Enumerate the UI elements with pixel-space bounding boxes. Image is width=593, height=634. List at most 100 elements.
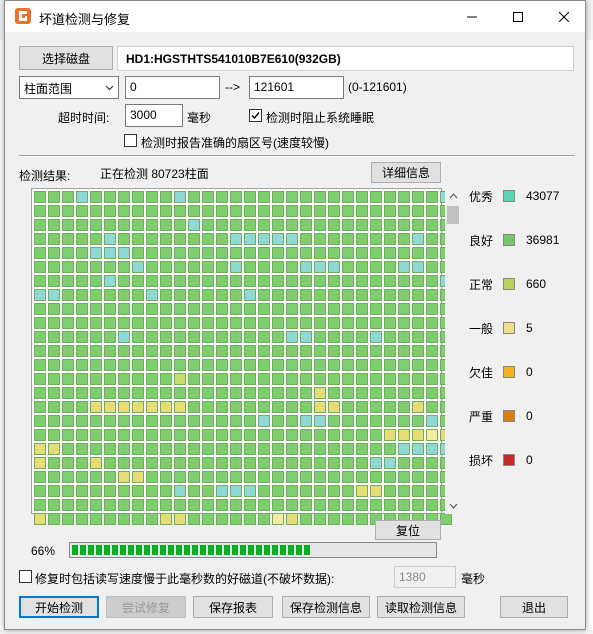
start-scan-button[interactable]: 开始检测: [19, 596, 99, 618]
sector-cell: [62, 247, 74, 259]
sector-cell: [384, 317, 396, 329]
details-button[interactable]: 详细信息: [371, 162, 441, 183]
sector-cell: [314, 345, 326, 357]
sector-cell: [216, 401, 228, 413]
sector-cell: [356, 289, 368, 301]
try-repair-button[interactable]: 尝试修复: [106, 596, 186, 618]
end-cylinder-input[interactable]: 121601: [249, 76, 344, 99]
sector-cell: [328, 415, 340, 427]
sector-cell: [104, 233, 116, 245]
sector-cell: [412, 205, 424, 217]
sector-cell: [314, 359, 326, 371]
save-report-button[interactable]: 保存报表: [193, 596, 273, 618]
sector-cell: [48, 457, 60, 469]
separator: [19, 155, 575, 157]
sector-cell: [160, 261, 172, 273]
sector-cell: [230, 233, 242, 245]
select-disk-button[interactable]: 选择磁盘: [19, 46, 113, 70]
sector-cell: [384, 457, 396, 469]
sector-cell: [286, 289, 298, 301]
save-scan-info-button[interactable]: 保存检测信息: [282, 596, 370, 618]
sector-cell: [34, 191, 46, 203]
start-cylinder-input[interactable]: 0: [125, 76, 220, 99]
sector-map-scrollbar[interactable]: [445, 188, 461, 514]
slow-threshold-input[interactable]: 1380: [394, 566, 456, 588]
sector-cell: [202, 415, 214, 427]
scroll-thumb[interactable]: [447, 206, 459, 224]
range-mode-select[interactable]: 柱面范围: [19, 76, 119, 99]
sector-cell: [300, 261, 312, 273]
sector-cell: [216, 345, 228, 357]
sector-cell: [132, 513, 144, 525]
sector-cell: [356, 359, 368, 371]
sector-cell: [300, 457, 312, 469]
checkmark-icon: [251, 112, 260, 120]
sector-cell: [146, 499, 158, 511]
sector-cell: [384, 331, 396, 343]
sector-cell: [398, 233, 410, 245]
sector-cell: [90, 261, 102, 273]
legend-count: 0: [526, 453, 533, 467]
sector-cell: [384, 373, 396, 385]
sector-cell: [202, 429, 214, 441]
sector-cell: [314, 387, 326, 399]
sector-cell: [34, 317, 46, 329]
sector-cell: [216, 359, 228, 371]
load-scan-info-button[interactable]: 读取检测信息: [377, 596, 465, 618]
minimize-button[interactable]: [449, 1, 495, 32]
include-slow-tracks-checkbox[interactable]: [19, 570, 32, 583]
sector-cell: [62, 387, 74, 399]
sector-cell: [272, 345, 284, 357]
sector-cell: [244, 303, 256, 315]
sector-cell: [258, 219, 270, 231]
sector-cell: [160, 247, 172, 259]
sector-cell: [132, 289, 144, 301]
sector-cell: [230, 345, 242, 357]
sector-cell: [300, 191, 312, 203]
sector-cell: [384, 205, 396, 217]
sector-cell: [146, 359, 158, 371]
sector-cell: [300, 443, 312, 455]
scroll-up-icon[interactable]: [445, 188, 461, 204]
sector-cell: [90, 499, 102, 511]
sector-cell: [286, 219, 298, 231]
reset-button[interactable]: 复位: [375, 520, 441, 540]
sector-cell: [104, 401, 116, 413]
sector-cell: [384, 443, 396, 455]
scroll-down-icon[interactable]: [445, 498, 461, 514]
sector-cell: [370, 261, 382, 273]
sector-cell: [62, 261, 74, 273]
prevent-sleep-checkbox[interactable]: [249, 109, 262, 122]
sector-cell: [118, 471, 130, 483]
sector-cell: [76, 415, 88, 427]
sector-cell: [118, 443, 130, 455]
exit-button[interactable]: 退出: [500, 596, 568, 618]
timeout-input[interactable]: 3000: [125, 104, 183, 127]
sector-cell: [314, 191, 326, 203]
sector-cell: [412, 331, 424, 343]
sector-cell: [286, 205, 298, 217]
sector-cell: [384, 233, 396, 245]
report-sectors-checkbox[interactable]: [124, 134, 137, 147]
close-button[interactable]: [541, 1, 587, 32]
sector-cell: [160, 457, 172, 469]
sector-cell: [216, 317, 228, 329]
disk-name: HD1:HGSTHTS541010B7E610(932GB): [117, 46, 574, 71]
legend-count: 43077: [526, 189, 560, 203]
sector-cell: [104, 289, 116, 301]
sector-cell: [48, 261, 60, 273]
sector-cell: [132, 345, 144, 357]
sector-cell: [230, 303, 242, 315]
sector-cell: [188, 373, 200, 385]
sector-cell: [258, 485, 270, 497]
maximize-button[interactable]: [495, 1, 541, 32]
sector-cell: [286, 499, 298, 511]
sector-cell: [272, 303, 284, 315]
sector-cell: [300, 247, 312, 259]
sector-cell: [300, 485, 312, 497]
sector-cell: [174, 485, 186, 497]
sector-cell: [90, 247, 102, 259]
sector-cell: [188, 485, 200, 497]
sector-cell: [384, 387, 396, 399]
legend-fair: 一般 5: [469, 320, 533, 336]
